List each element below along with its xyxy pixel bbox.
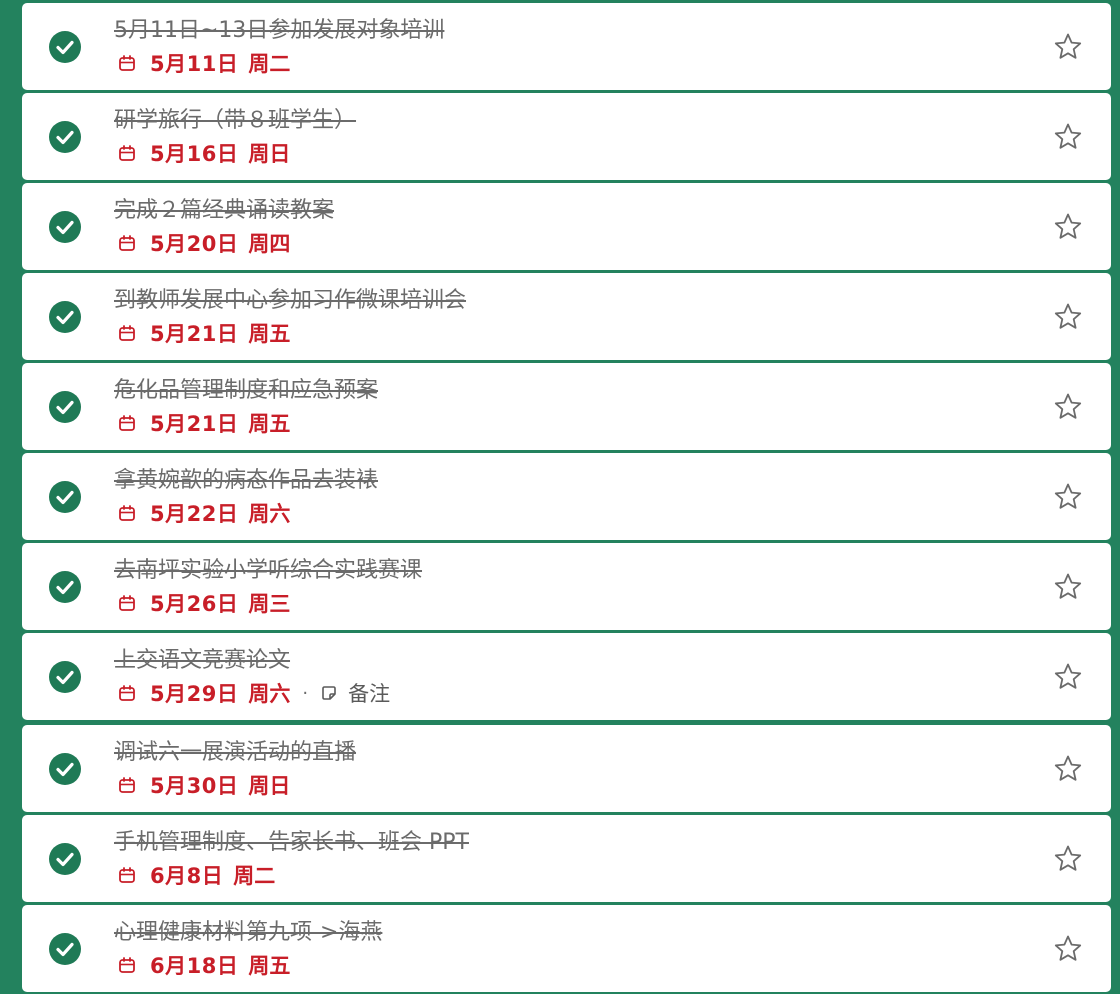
task-row[interactable]: 去南坪实验小学听综合实践赛课 5月26日 周三: [22, 543, 1111, 630]
task-row[interactable]: 研学旅行（带８班学生） 5月16日 周日: [22, 93, 1111, 180]
due-date: 6月18日: [150, 954, 239, 978]
due-date: 5月26日: [150, 592, 239, 616]
check-circle-icon[interactable]: [49, 480, 81, 513]
task-title[interactable]: 危化品管理制度和应急预案: [114, 377, 378, 405]
check-circle-icon[interactable]: [49, 842, 81, 875]
task-title[interactable]: 拿黄婉歆的病态作品去装裱: [114, 467, 378, 495]
task-row[interactable]: 调试六一展演活动的直播 5月30日 周日: [22, 725, 1111, 812]
task-meta: 5月30日 周日: [118, 771, 290, 799]
due-date: 5月21日: [150, 322, 239, 346]
task-row[interactable]: 5月11日~13日参加发展对象培训 5月11日 周二: [22, 3, 1111, 90]
check-circle-icon[interactable]: [49, 660, 81, 693]
task-meta: 5月20日 周四: [118, 229, 290, 257]
calendar-icon: [119, 505, 135, 521]
star-outline-icon[interactable]: [1053, 392, 1083, 422]
due-date: 5月22日: [150, 502, 239, 526]
star-outline-icon[interactable]: [1053, 934, 1083, 964]
due-weekday: 周五: [248, 322, 291, 346]
calendar-icon: [119, 957, 135, 973]
task-row[interactable]: 手机管理制度、告家长书、班会 PPT 6月8日 周二: [22, 815, 1111, 902]
due-date: 5月21日: [150, 412, 239, 436]
task-title[interactable]: 研学旅行（带８班学生）: [114, 107, 356, 135]
task-meta: 5月11日 周二: [118, 49, 290, 77]
task-meta: 5月16日 周日: [118, 139, 290, 167]
task-row[interactable]: 心理健康材料第九项->海燕 6月18日 周五: [22, 905, 1111, 992]
due-weekday: 周六: [248, 502, 291, 526]
star-outline-icon[interactable]: [1053, 482, 1083, 512]
task-meta: 5月21日 周五: [118, 319, 290, 347]
star-outline-icon[interactable]: [1053, 212, 1083, 242]
task-meta: 5月22日 周六: [118, 499, 290, 527]
due-weekday: 周二: [233, 864, 276, 888]
task-title[interactable]: 到教师发展中心参加习作微课培训会: [114, 287, 466, 315]
star-outline-icon[interactable]: [1053, 122, 1083, 152]
check-circle-icon[interactable]: [49, 570, 81, 603]
task-row[interactable]: 上交语文竞赛论文 5月29日 周六 · 备注: [22, 633, 1111, 720]
due-weekday: 周四: [248, 232, 291, 256]
due-weekday: 周五: [248, 954, 291, 978]
task-meta: 5月21日 周五: [118, 409, 290, 437]
due-date: 6月8日: [150, 864, 224, 888]
due-weekday: 周二: [248, 52, 291, 76]
calendar-icon: [119, 235, 135, 251]
calendar-icon: [119, 777, 135, 793]
check-circle-icon[interactable]: [49, 30, 81, 63]
task-title[interactable]: 上交语文竞赛论文: [114, 647, 290, 675]
calendar-icon: [119, 595, 135, 611]
due-weekday: 周三: [248, 592, 291, 616]
check-circle-icon[interactable]: [49, 300, 81, 333]
note-icon: [322, 686, 336, 700]
star-outline-icon[interactable]: [1053, 572, 1083, 602]
task-title[interactable]: 手机管理制度、告家长书、班会 PPT: [114, 829, 469, 857]
due-weekday: 周日: [248, 142, 291, 166]
task-meta: 5月26日 周三: [118, 589, 290, 617]
due-date: 5月30日: [150, 774, 239, 798]
check-circle-icon[interactable]: [49, 120, 81, 153]
star-outline-icon[interactable]: [1053, 754, 1083, 784]
task-meta: 6月18日 周五: [118, 951, 290, 979]
star-outline-icon[interactable]: [1053, 844, 1083, 874]
task-meta: 5月29日 周六 · 备注: [118, 679, 390, 707]
task-row[interactable]: 拿黄婉歆的病态作品去装裱 5月22日 周六: [22, 453, 1111, 540]
check-circle-icon[interactable]: [49, 390, 81, 423]
meta-separator: ·: [302, 682, 309, 704]
star-outline-icon[interactable]: [1053, 302, 1083, 332]
calendar-icon: [119, 325, 135, 341]
task-title[interactable]: 去南坪实验小学听综合实践赛课: [114, 557, 422, 585]
calendar-icon: [119, 867, 135, 883]
task-row[interactable]: 危化品管理制度和应急预案 5月21日 周五: [22, 363, 1111, 450]
task-row[interactable]: 到教师发展中心参加习作微课培训会 5月21日 周五: [22, 273, 1111, 360]
calendar-icon: [119, 55, 135, 71]
due-date: 5月29日: [150, 682, 239, 706]
due-weekday: 周五: [248, 412, 291, 436]
check-circle-icon[interactable]: [49, 210, 81, 243]
task-row[interactable]: 完成２篇经典诵读教案 5月20日 周四: [22, 183, 1111, 270]
star-outline-icon[interactable]: [1053, 32, 1083, 62]
note-label: 备注: [348, 682, 391, 706]
due-date: 5月20日: [150, 232, 239, 256]
task-meta: 6月8日 周二: [118, 861, 275, 889]
calendar-icon: [119, 415, 135, 431]
due-date: 5月11日: [150, 52, 239, 76]
due-weekday: 周日: [248, 774, 291, 798]
task-title[interactable]: 完成２篇经典诵读教案: [114, 197, 334, 225]
due-weekday: 周六: [248, 682, 291, 706]
task-title[interactable]: 5月11日~13日参加发展对象培训: [114, 17, 444, 45]
calendar-icon: [119, 685, 135, 701]
calendar-icon: [119, 145, 135, 161]
task-title[interactable]: 心理健康材料第九项->海燕: [114, 919, 382, 947]
check-circle-icon[interactable]: [49, 752, 81, 785]
star-outline-icon[interactable]: [1053, 662, 1083, 692]
check-circle-icon[interactable]: [49, 932, 81, 965]
due-date: 5月16日: [150, 142, 239, 166]
task-title[interactable]: 调试六一展演活动的直播: [114, 739, 356, 767]
